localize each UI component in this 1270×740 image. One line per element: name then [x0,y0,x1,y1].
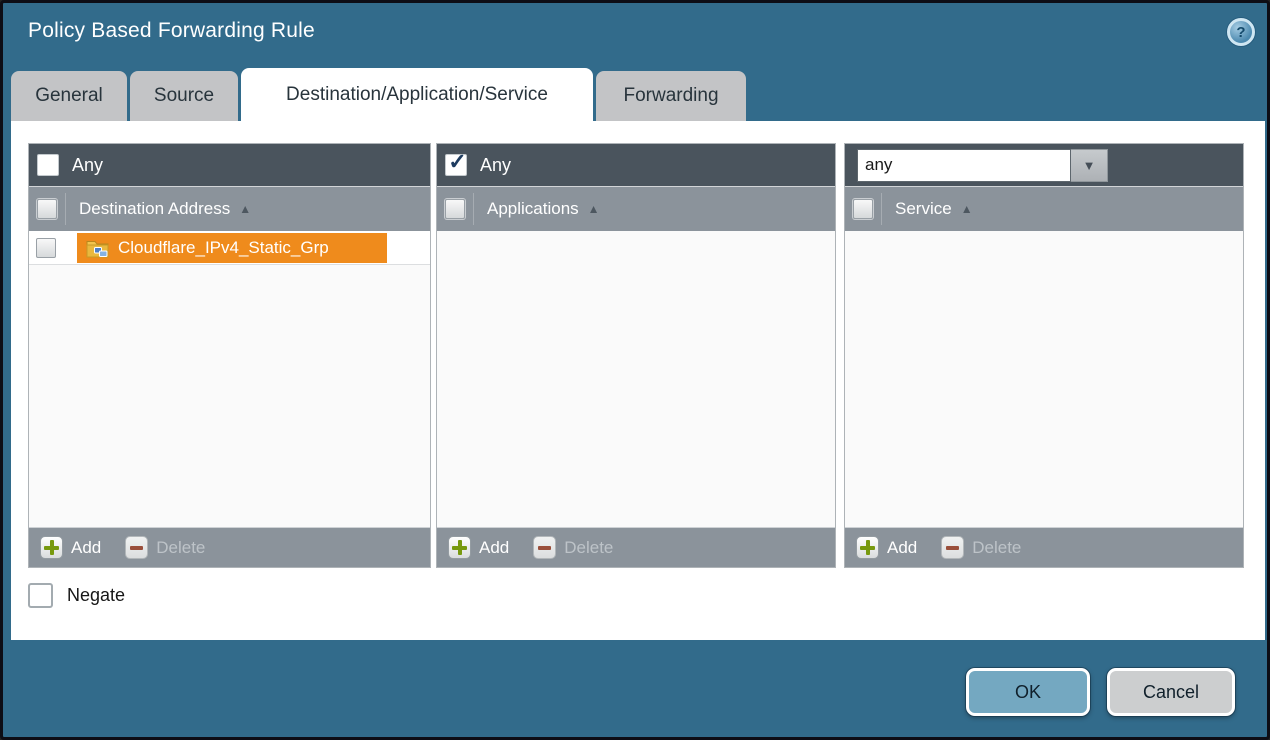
ok-button[interactable]: OK [966,668,1090,716]
sort-ascending-icon[interactable]: ▲ [239,202,251,216]
service-column-header[interactable]: Service ▲ [845,186,1243,231]
service-footer: Add Delete [845,527,1243,567]
help-icon[interactable]: ? [1227,18,1255,46]
tab-general[interactable]: General [11,71,127,121]
destination-select-all-checkbox[interactable] [37,199,57,219]
delete-button[interactable]: Delete [533,536,613,559]
divider [881,193,882,225]
plus-icon [856,536,879,559]
service-list [845,231,1243,527]
minus-icon [533,536,556,559]
delete-label: Delete [564,538,613,558]
checkmark-icon: ✓ [448,151,466,173]
address-group-icon [86,238,109,258]
page-title: Policy Based Forwarding Rule [28,19,315,43]
row-checkbox[interactable] [36,238,56,258]
sort-ascending-icon[interactable]: ▲ [588,202,600,216]
pbf-rule-dialog: Policy Based Forwarding Rule ? General S… [0,0,1270,740]
service-select-all-checkbox[interactable] [853,199,873,219]
delete-label: Delete [972,538,1021,558]
delete-button[interactable]: Delete [941,536,1021,559]
applications-column-header[interactable]: Applications ▲ [437,186,835,231]
applications-select-all-checkbox[interactable] [445,199,465,219]
applications-any-checkbox[interactable]: ✓ [445,154,467,176]
sort-ascending-icon[interactable]: ▲ [961,202,973,216]
tab-content: Any Destination Address ▲ [11,121,1265,640]
service-panel: any ▼ Service ▲ Add Delete [844,143,1244,568]
destination-footer: Add Delete [29,527,430,567]
destination-column-header[interactable]: Destination Address ▲ [29,186,430,231]
add-button[interactable]: Add [448,536,509,559]
chevron-down-icon[interactable]: ▼ [1071,149,1108,182]
tab-bar: General Source Destination/Application/S… [11,68,749,121]
add-label: Add [887,538,917,558]
minus-icon [941,536,964,559]
service-dropdown: any ▼ [857,149,1108,182]
negate-label: Negate [67,585,125,606]
delete-button[interactable]: Delete [125,536,205,559]
divider [473,193,474,225]
service-header-label: Service [895,199,952,219]
delete-label: Delete [156,538,205,558]
table-row[interactable]: Cloudflare_IPv4_Static_Grp [29,231,430,265]
selected-address-group[interactable]: Cloudflare_IPv4_Static_Grp [77,233,387,263]
applications-header-label: Applications [487,199,579,219]
applications-list [437,231,835,527]
tab-source[interactable]: Source [130,71,238,121]
plus-icon [40,536,63,559]
destination-address-panel: Any Destination Address ▲ [28,143,431,568]
add-button[interactable]: Add [856,536,917,559]
cancel-button[interactable]: Cancel [1107,668,1235,716]
applications-any-label: Any [480,155,511,176]
destination-list: Cloudflare_IPv4_Static_Grp [29,231,430,527]
tab-destination-application-service[interactable]: Destination/Application/Service [241,68,593,121]
negate-checkbox[interactable] [28,583,53,608]
destination-header-label: Destination Address [79,199,230,219]
add-button[interactable]: Add [40,536,101,559]
destination-any-label: Any [72,155,103,176]
tab-forwarding[interactable]: Forwarding [596,71,746,121]
applications-footer: Add Delete [437,527,835,567]
minus-icon [125,536,148,559]
add-label: Add [71,538,101,558]
negate-row: Negate [28,583,125,608]
applications-panel: ✓ Any Applications ▲ Add Delete [436,143,836,568]
add-label: Add [479,538,509,558]
destination-any-bar: Any [29,144,430,186]
destination-any-checkbox[interactable] [37,154,59,176]
divider [65,193,66,225]
applications-any-bar: ✓ Any [437,144,835,186]
service-any-bar: any ▼ [845,144,1243,186]
service-dropdown-value[interactable]: any [857,149,1071,182]
address-group-label: Cloudflare_IPv4_Static_Grp [118,238,329,258]
plus-icon [448,536,471,559]
